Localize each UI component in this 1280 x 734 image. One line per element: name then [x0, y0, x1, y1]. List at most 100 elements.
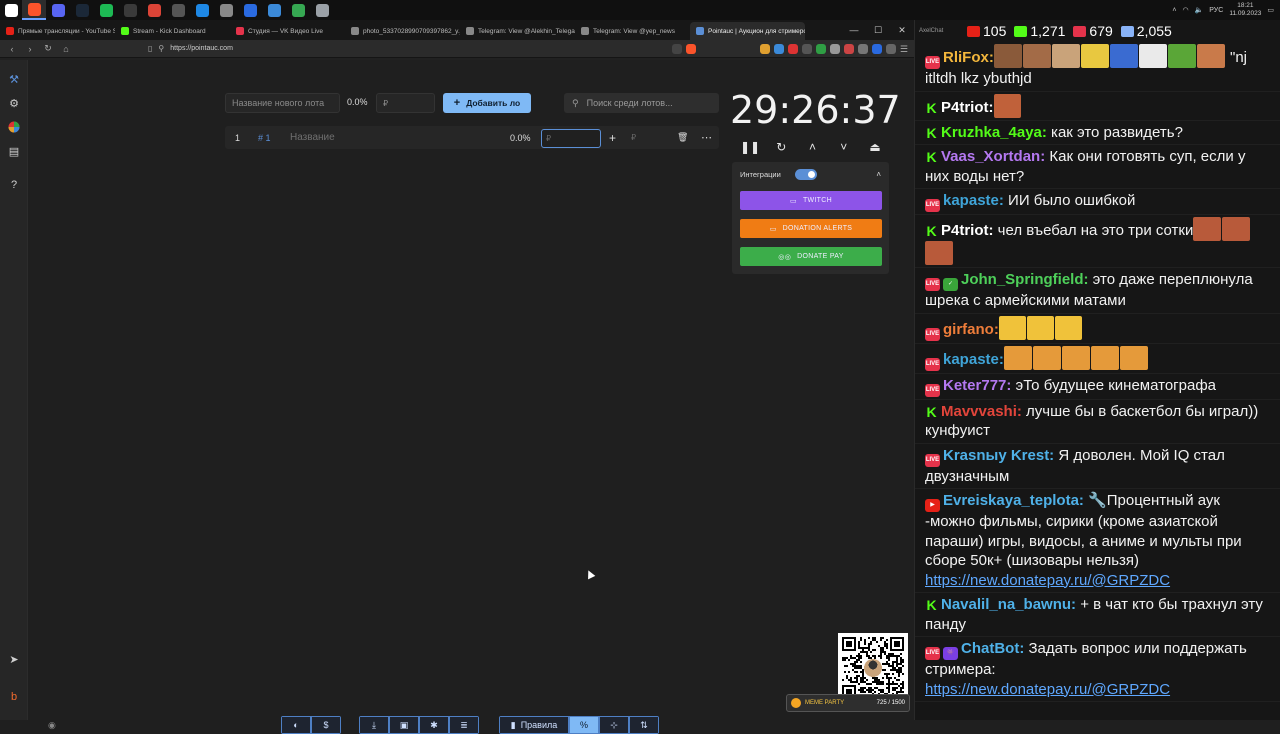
url-field[interactable]: https://pointauc.com: [170, 45, 233, 52]
extension-icon[interactable]: [773, 43, 784, 54]
windows-start-icon[interactable]: [0, 0, 22, 20]
obs-icon[interactable]: [118, 0, 142, 20]
save-icon[interactable]: ▣: [389, 716, 419, 734]
integrations-toggle[interactable]: [794, 169, 817, 180]
bug-icon[interactable]: ✱: [419, 716, 449, 734]
notification-icon[interactable]: ▭: [1267, 6, 1274, 14]
auction-hammer-icon[interactable]: ⚒: [7, 72, 21, 86]
browser-tab[interactable]: Telegram: View @yep_news: [575, 22, 690, 40]
extension-icon[interactable]: [843, 43, 854, 54]
tool-app-icon[interactable]: [262, 0, 286, 20]
folder-icon[interactable]: [214, 0, 238, 20]
x-app-icon[interactable]: [166, 0, 190, 20]
lot-price-input[interactable]: ₽: [541, 129, 601, 148]
help-icon[interactable]: ?: [7, 178, 21, 192]
lot-name-input[interactable]: Название: [290, 126, 335, 149]
telegram-icon[interactable]: ➤: [7, 652, 21, 666]
wheel-icon[interactable]: [7, 120, 21, 134]
clock[interactable]: 18:21 11.09.2023: [1229, 2, 1261, 18]
network-icon[interactable]: ◠: [1182, 6, 1188, 14]
extension-icon[interactable]: [801, 43, 812, 54]
browser-tab[interactable]: Студия — VK Видео Live: [230, 22, 345, 40]
chevron-up-icon[interactable]: ˄: [1172, 7, 1176, 14]
media-app-icon[interactable]: [190, 0, 214, 20]
chat-username[interactable]: Vaas_Xortdan:: [941, 148, 1045, 165]
chevron-down-icon[interactable]: ˅: [834, 140, 854, 154]
forward-icon[interactable]: ›: [24, 44, 36, 54]
sort-icon[interactable]: ⇅: [629, 716, 659, 734]
volume-icon[interactable]: 🔈: [1195, 6, 1204, 14]
rules-button[interactable]: ▮ Правила: [499, 716, 569, 734]
split-icon[interactable]: ⊹: [599, 716, 629, 734]
restart-icon[interactable]: ↻: [771, 140, 791, 154]
chat-username[interactable]: kapaste:: [943, 192, 1004, 209]
chat-username[interactable]: ChatBot:: [961, 640, 1024, 657]
extension-icon[interactable]: [787, 43, 798, 54]
maximize-icon[interactable]: ☐: [866, 20, 890, 40]
extension-icon[interactable]: [759, 43, 770, 54]
window-app-icon[interactable]: [310, 0, 334, 20]
browser-tab[interactable]: Stream - Kick Dashboard: [115, 22, 230, 40]
github-icon[interactable]: ◐: [281, 716, 311, 734]
site-info-icon[interactable]: ⚲: [158, 44, 164, 53]
history-list-icon[interactable]: ▤: [7, 144, 21, 158]
chat-link[interactable]: https://new.donatepay.ru/@GRPZDC: [925, 681, 1170, 698]
extension-icon[interactable]: [815, 43, 826, 54]
minimize-icon[interactable]: —: [842, 20, 866, 40]
chat-username[interactable]: Kruzhka_4aya:: [941, 124, 1047, 141]
more-options-icon[interactable]: ⋯: [701, 126, 712, 149]
extension-icon[interactable]: [871, 43, 882, 54]
discord-icon[interactable]: [46, 0, 70, 20]
close-icon[interactable]: ✕: [890, 20, 914, 40]
browser-tab[interactable]: Прямые трансляции - YouTube Studio: [0, 22, 115, 40]
lot-search-input[interactable]: ⚲ Поиск среди лотов...: [564, 93, 719, 113]
donate-pay-button[interactable]: ◎◎ DONATE PAY: [740, 247, 882, 266]
eject-icon[interactable]: ⏏: [865, 140, 885, 154]
browser-tab[interactable]: photo_5337028990709397862_y.jpg: [345, 22, 460, 40]
steam-icon[interactable]: [70, 0, 94, 20]
percent-mode-button[interactable]: %: [569, 716, 599, 734]
reload-icon[interactable]: ↻: [42, 43, 54, 54]
extension-icon[interactable]: [829, 43, 840, 54]
chat-username[interactable]: P4triot:: [941, 99, 994, 116]
donate-dollar-icon[interactable]: $: [311, 716, 341, 734]
telegram-app-icon[interactable]: [238, 0, 262, 20]
brave-shield-icon[interactable]: [685, 43, 696, 54]
extension-icon[interactable]: [885, 43, 896, 54]
twitch-button[interactable]: ▭ TWITCH: [740, 191, 882, 210]
chat-username[interactable]: kapaste:: [943, 351, 1004, 368]
new-lot-input[interactable]: Название нового лота: [225, 93, 340, 113]
new-lot-price-input[interactable]: ₽: [376, 93, 435, 113]
chat-username[interactable]: Keter777:: [943, 377, 1011, 394]
chat-username[interactable]: Navalil_na_bawnu:: [941, 596, 1076, 613]
extension-icon[interactable]: [857, 43, 868, 54]
eye-icon[interactable]: ◉: [48, 720, 56, 731]
brave-browser-icon[interactable]: [22, 0, 46, 20]
chat-link[interactable]: https://new.donatepay.ru/@GRPZDC: [925, 572, 1170, 589]
green-app-icon[interactable]: [286, 0, 310, 20]
chat-username[interactable]: Evreiskaya_teplota:: [943, 492, 1084, 509]
download-icon[interactable]: ⤓: [359, 716, 389, 734]
delete-lot-icon[interactable]: 🗑: [677, 126, 688, 149]
chat-username[interactable]: P4triot:: [941, 222, 994, 239]
bookmark-icon[interactable]: ▯: [148, 44, 152, 53]
donation-alerts-button[interactable]: ▭ DONATION ALERTS: [740, 219, 882, 238]
back-icon[interactable]: ‹: [6, 44, 18, 54]
chevron-up-icon[interactable]: ˄: [803, 140, 823, 154]
menu-icon[interactable]: ☰: [900, 44, 908, 54]
chat-username[interactable]: RliFox:: [943, 49, 994, 66]
spotify-icon[interactable]: [94, 0, 118, 20]
browser-tab[interactable]: Pointauc | Аукцион для стримеров×: [690, 22, 805, 40]
chat-username[interactable]: girfano:: [943, 321, 999, 338]
chat-username[interactable]: Mavvvashi:: [941, 403, 1022, 420]
share-icon[interactable]: [671, 43, 682, 54]
chrome-icon[interactable]: [142, 0, 166, 20]
pause-icon[interactable]: ❚❚: [740, 140, 760, 154]
chat-username[interactable]: John_Springfield:: [961, 271, 1089, 288]
collapse-icon[interactable]: ˄: [876, 170, 881, 179]
browser-tab[interactable]: Telegram: View @Alekhin_Telega: [460, 22, 575, 40]
list-settings-icon[interactable]: ≣: [449, 716, 479, 734]
chat-username[interactable]: Krasnыy Krest:: [943, 447, 1054, 464]
language-indicator[interactable]: РУС: [1209, 7, 1223, 14]
home-icon[interactable]: ⌂: [60, 44, 72, 54]
